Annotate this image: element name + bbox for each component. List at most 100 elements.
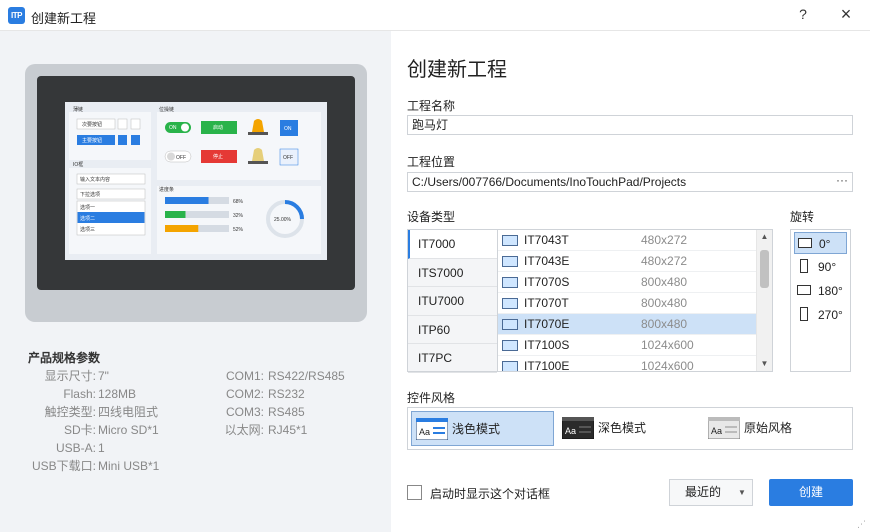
model-row[interactable]: IT7100S 1024x600 [498,335,757,356]
spec-label: 触控类型: [44,405,96,419]
help-button[interactable]: ? [793,6,813,24]
scroll-down-icon[interactable]: ▼ [757,357,772,371]
spec-label: USB-A: [55,441,96,455]
model-row[interactable]: IT7100E 1024x600 [498,356,757,372]
model-list: IT7043T 480x272 IT7043E 480x272 IT7070S 800x4… [497,229,773,372]
option-1: 选项一 [80,204,95,211]
spec-label: 以太网: [224,423,264,437]
rotation-label: 90° [818,260,837,274]
svg-text:Aa: Aa [565,426,576,436]
spec-label: USB下载口: [31,459,96,473]
preview-pane: .s{font-family:"Liberation Sans","DejaVu… [0,31,391,532]
on-button-label: ON [284,126,292,132]
model-name: IT7100S [524,338,570,352]
monitor-icon [502,319,518,330]
project-location-label: 工程位置 [407,155,456,169]
svg-text:Aa: Aa [711,426,722,436]
primary-button-label: 主要按钮 [82,137,102,144]
widget-style-option[interactable]: Aa 原始风格 [704,411,844,446]
option-2: 选项二 [80,215,95,222]
up-button [117,118,128,130]
rotation-option[interactable]: 0° [794,232,847,254]
rotation-label: 180° [818,284,843,298]
widget-style-label: 浅色模式 [452,422,501,436]
title-bar: ITP 创建新工程 ? × [0,0,870,31]
device-type-item[interactable]: IT7000 [408,230,497,259]
model-row[interactable]: IT7070T 800x480 [498,293,757,314]
classic-theme-icon: Aa [707,416,741,440]
create-button[interactable]: 创建 [769,479,853,506]
section-progress-label: 进度条 [159,186,174,193]
rotation-option[interactable]: 270° [794,304,847,326]
close-button[interactable]: × [836,4,856,24]
rotate-screen-icon [798,238,812,248]
spec-value: RS485 [268,405,305,419]
widget-style-option[interactable]: Aa 浅色模式 [411,411,554,446]
light-theme-icon: Aa [415,417,449,441]
spec-value: RS232 [268,387,305,401]
model-list-scrollbar[interactable]: ▲ ▼ [756,230,772,371]
model-name: IT7043T [524,233,569,247]
model-resolution: 800x480 [641,275,688,289]
device-type-item[interactable]: ITS7000 [408,259,497,287]
window-title: 创建新工程 [31,11,97,26]
spec-value: RS422/RS485 [268,369,345,383]
screen-demo: .s{font-family:"Liberation Sans","DejaVu… [69,106,321,254]
gauge-label: 25.00% [274,217,292,223]
model-name: IT7100E [524,359,570,372]
progress-fill [165,225,199,232]
recent-button[interactable]: 最近的 ▼ [669,479,753,506]
spec-label: Flash: [63,387,96,401]
section-io-label: IO框 [73,161,83,168]
spec-row: USB下载口: Mini USB*1 [28,457,159,475]
spec-row: Flash: 128MB [28,385,136,403]
model-name: IT7070E [524,317,570,331]
start-button-label: 启动 [213,124,223,131]
spec-title: 产品规格参数 [28,351,101,365]
widget-style-label: 原始风格 [744,421,793,435]
project-name-field[interactable]: 跑马灯 [407,115,853,135]
device-type-item[interactable]: ITU7000 [408,287,497,316]
rotation-option[interactable]: 90° [794,256,847,278]
spec-value: 7" [98,369,109,383]
browse-button[interactable]: ··· [833,173,851,191]
toggle-on-label: ON [169,125,177,131]
device-type-item[interactable]: IT7PC [408,344,497,373]
spec-row: 触控类型: 四线电阻式 [28,403,158,421]
model-row[interactable]: IT7070E 800x480 [498,314,757,335]
device-screen: .s{font-family:"Liberation Sans","DejaVu… [65,102,327,260]
widget-style-option[interactable]: Aa 深色模式 [558,411,698,446]
model-row[interactable]: IT7043E 480x272 [498,251,757,272]
spec-row: COM2: RS232 [218,385,305,403]
resize-grip-icon[interactable]: ⋰ [857,519,867,529]
rotation-option[interactable]: 180° [794,280,847,302]
progress-label: 68% [233,199,244,205]
spec-value: 1 [98,441,105,455]
spec-value: Mini USB*1 [98,459,160,473]
dark-theme-icon: Aa [561,416,595,440]
rotation-list: 0° 90° 180° 270° [790,229,851,372]
scroll-up-icon[interactable]: ▲ [757,230,772,244]
spec-label: COM1: [225,369,264,383]
spec-value: 四线电阻式 [98,405,159,419]
spec-label: COM3: [225,405,264,419]
progress-fill [165,197,209,204]
model-row[interactable]: IT7043T 480x272 [498,230,757,251]
monitor-icon [502,256,518,267]
device-type-item[interactable]: ITP60 [408,316,497,344]
model-row[interactable]: IT7070S 800x480 [498,272,757,293]
spec-row: COM3: RS485 [218,403,305,421]
show-on-start-label: 启动时显示这个对话框 [430,487,551,501]
rotation-label: 0° [819,237,831,251]
model-resolution: 1024x600 [641,359,694,372]
spec-label: SD卡: [63,423,96,437]
device-type-label: 设备类型 [407,210,456,224]
show-on-start-checkbox[interactable] [407,485,422,500]
project-location-field[interactable]: C:/Users/007766/Documents/InoTouchPad/Pr… [407,172,853,192]
page-title: 创建新工程 [407,59,507,81]
model-name: IT7043E [524,254,570,268]
progress-label: 32% [233,213,244,219]
rotate-screen-icon [797,285,811,295]
chevron-down-icon[interactable]: ▼ [732,480,752,505]
scroll-thumb[interactable] [760,250,769,288]
